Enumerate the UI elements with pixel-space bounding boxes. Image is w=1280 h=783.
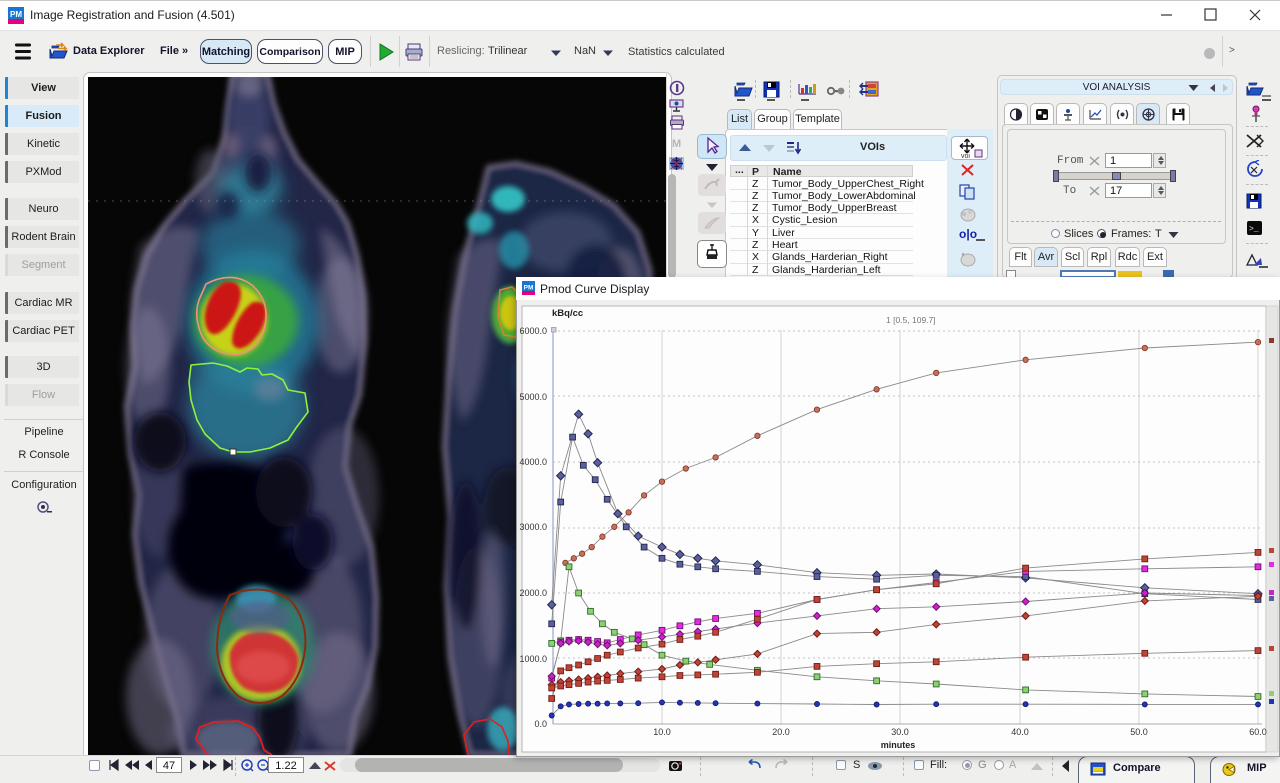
svg-text:6000.0: 6000.0 (519, 326, 547, 336)
svg-text:40.0: 40.0 (1011, 727, 1029, 737)
svg-text:minutes: minutes (881, 740, 916, 750)
svg-text:3000.0: 3000.0 (519, 522, 547, 532)
svg-text:1000.0: 1000.0 (519, 654, 547, 664)
svg-text:2000.0: 2000.0 (519, 588, 547, 598)
svg-text:50.0: 50.0 (1130, 727, 1148, 737)
svg-text:PM: PM (524, 285, 534, 292)
svg-text:0.0: 0.0 (534, 719, 547, 729)
svg-text:5000.0: 5000.0 (519, 392, 547, 402)
svg-text:PM: PM (10, 10, 22, 19)
svg-text:20.0: 20.0 (772, 727, 790, 737)
svg-text:10.0: 10.0 (653, 727, 671, 737)
svg-text:60.0: 60.0 (1249, 727, 1267, 737)
svg-text:1 [0.5, 109.7]: 1 [0.5, 109.7] (886, 315, 936, 325)
svg-text:voi: voi (961, 153, 970, 159)
svg-text:4000.0: 4000.0 (519, 457, 547, 467)
svg-text:30.0: 30.0 (891, 727, 909, 737)
svg-text:>_: >_ (1249, 225, 1259, 234)
svg-text:kBq/cc: kBq/cc (552, 308, 583, 319)
